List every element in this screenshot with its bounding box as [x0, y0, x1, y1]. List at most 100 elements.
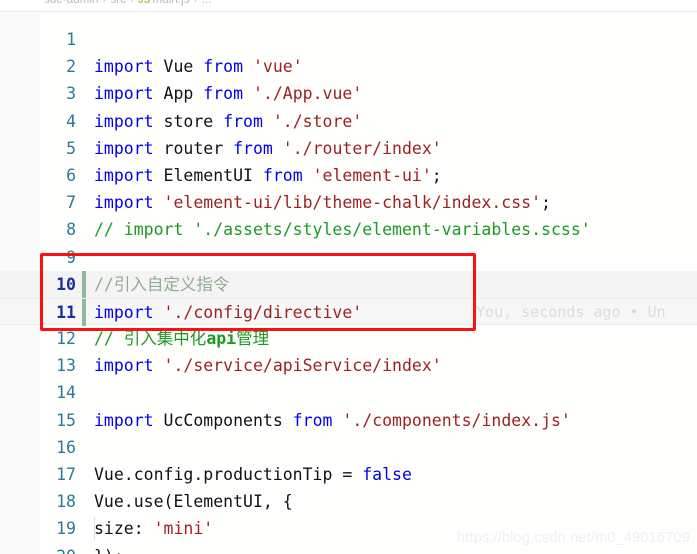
- code-line[interactable]: 13 import './service/apiService/index': [0, 352, 697, 379]
- line-text[interactable]: import App from './App.vue': [94, 80, 362, 107]
- code-token: size:: [94, 519, 154, 539]
- code-line[interactable]: 12 // 引入集中化api管理: [0, 325, 697, 352]
- code-token: from: [292, 410, 333, 430]
- code-line[interactable]: 17 Vue.config.productionTip = false: [0, 461, 697, 488]
- code-line[interactable]: 9: [0, 244, 697, 271]
- code-line[interactable]: 11 import './config/directive' You, second…: [0, 297, 697, 327]
- line-text[interactable]: // import './assets/styles/element-varia…: [94, 216, 591, 243]
- code-line[interactable]: 7 import 'element-ui/lib/theme-chalk/inde…: [0, 189, 697, 216]
- code-token: import: [94, 165, 154, 185]
- breadcrumb-separator: ›: [102, 0, 107, 6]
- code-token: Vue.use(ElementUI, {: [94, 492, 293, 512]
- line-number: 12: [56, 329, 76, 349]
- code-token: from: [233, 138, 273, 158]
- code-token: './App.vue': [252, 84, 363, 104]
- code-token: ;: [541, 193, 551, 213]
- code-line[interactable]: 14: [0, 379, 697, 406]
- code-token: './router/index': [282, 138, 442, 158]
- line-text[interactable]: import './service/apiService/index': [94, 352, 442, 379]
- line-number: 17: [56, 465, 76, 484]
- breadcrumb-item[interactable]: ...: [202, 0, 212, 6]
- code-token: router: [163, 138, 224, 158]
- code-line[interactable]: 15 import UcComponents from './components…: [0, 407, 697, 434]
- line-number: 9: [66, 247, 76, 267]
- code-line[interactable]: 10 //引入自定义指令: [0, 270, 697, 298]
- code-token: 'mini': [153, 519, 214, 539]
- code-line[interactable]: 6 import ElementUI from 'element-ui';: [0, 162, 697, 189]
- code-token: import: [94, 410, 154, 430]
- code-editor[interactable]: 1 2 import Vue from 'vue' 3 import App from …: [0, 12, 697, 554]
- line-number: 13: [56, 356, 76, 376]
- line-number: 8: [66, 220, 76, 240]
- code-token: 'element-ui': [312, 165, 432, 185]
- git-change-bar[interactable]: [82, 298, 86, 327]
- code-token: from: [203, 84, 244, 104]
- git-change-bar[interactable]: [82, 270, 86, 298]
- code-token: App: [163, 84, 194, 104]
- line-text[interactable]: size: 'mini': [94, 515, 213, 542]
- code-token: 'vue': [252, 57, 303, 77]
- line-text[interactable]: // 引入集中化api管理: [94, 325, 269, 352]
- line-text[interactable]: import router from './router/index': [94, 135, 442, 162]
- code-line[interactable]: 5 import router from './router/index': [0, 135, 697, 162]
- code-token: './config/directive': [163, 302, 363, 322]
- code-token: // 引入集中化: [94, 329, 207, 349]
- line-text[interactable]: Vue.config.productionTip = false: [94, 461, 412, 488]
- line-number: 7: [66, 193, 76, 213]
- git-blame-annotation: You, seconds ago • Un: [476, 302, 666, 321]
- code-line[interactable]: 3 import App from './App.vue': [0, 80, 697, 107]
- line-text[interactable]: import Vue from 'vue': [94, 53, 303, 80]
- breadcrumb-item[interactable]: src: [111, 0, 127, 6]
- line-number: 5: [66, 138, 76, 158]
- line-text[interactable]: });: [94, 543, 124, 554]
- breadcrumb-separator: ›: [130, 0, 135, 6]
- line-text[interactable]: import 'element-ui/lib/theme-chalk/index…: [94, 189, 551, 216]
- code-token: api: [206, 329, 237, 349]
- line-number: 11: [56, 302, 76, 322]
- code-token: import: [94, 302, 154, 322]
- line-text[interactable]: import store from './store': [94, 108, 362, 135]
- line-number: 1: [66, 30, 76, 49]
- line-text[interactable]: //引入自定义指令: [94, 271, 229, 298]
- code-line[interactable]: 16: [0, 434, 697, 461]
- breadcrumb[interactable]: sue-admin › src › JS main.js ›...: [0, 0, 697, 12]
- code-line[interactable]: 4 import store from './store': [0, 108, 697, 135]
- line-number: 14: [56, 383, 76, 403]
- line-number: 20: [0, 543, 76, 554]
- line-text[interactable]: import ElementUI from 'element-ui';: [94, 162, 442, 189]
- code-token: import: [94, 356, 154, 376]
- code-line[interactable]: 1: [0, 26, 697, 53]
- code-token: ElementUI: [163, 165, 253, 185]
- line-number: 16: [56, 437, 76, 457]
- js-file-icon: JS: [138, 0, 151, 6]
- line-text[interactable]: import './config/directive': [94, 299, 362, 326]
- line-number: 18: [56, 492, 76, 512]
- code-line[interactable]: 2 import Vue from 'vue': [0, 53, 697, 80]
- code-line[interactable]: 18 Vue.use(ElementUI, {: [0, 488, 697, 515]
- line-text[interactable]: import UcComponents from './components/i…: [94, 407, 571, 434]
- code-line[interactable]: 8 // import './assets/styles/element-vari…: [0, 216, 697, 243]
- code-token: 管理: [236, 329, 270, 349]
- breadcrumb-inner[interactable]: sue-admin › src › JS main.js ›...: [44, 0, 212, 6]
- line-number: 3: [66, 84, 76, 104]
- code-token: import: [94, 138, 154, 158]
- line-text[interactable]: Vue.use(ElementUI, {: [94, 488, 293, 515]
- code-token: =: [342, 465, 363, 484]
- line-number: 15: [56, 410, 76, 430]
- breadcrumb-item[interactable]: main.js: [153, 0, 190, 6]
- code-content[interactable]: 1 2 import Vue from 'vue' 3 import App from …: [0, 26, 697, 554]
- breadcrumb-item[interactable]: sue-admin: [44, 0, 99, 6]
- code-token: './components/index.js': [342, 410, 571, 430]
- code-token: ;: [431, 165, 442, 185]
